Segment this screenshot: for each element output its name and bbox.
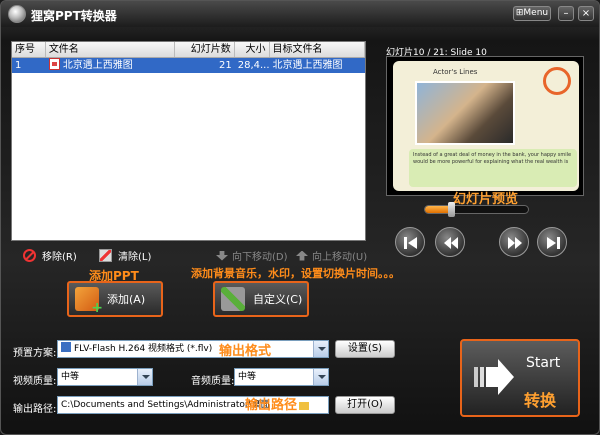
path-annotation: 输出路径 — [245, 394, 310, 413]
audio-quality-select[interactable]: 中等 — [234, 368, 329, 386]
row-filename: 北京遇上西雅图 — [62, 60, 133, 71]
menu-button-label: Menu — [523, 8, 549, 18]
seek-handle[interactable] — [447, 202, 455, 217]
remove-button[interactable]: 移除(R) — [23, 248, 77, 263]
skip-forward-icon — [547, 237, 560, 249]
open-folder-button[interactable]: 打开(O) — [335, 396, 395, 414]
video-quality-label: 视频质量: — [13, 376, 57, 387]
settings-button[interactable]: 设置(S) — [335, 340, 395, 358]
tools-icon — [221, 287, 245, 311]
minimize-button[interactable]: – — [558, 6, 574, 21]
slide-preview: Actor's Lines Instead of a great deal of… — [386, 56, 584, 196]
add-ppt-icon — [75, 287, 103, 316]
start-arrow-icon — [474, 359, 514, 395]
remove-label: 移除(R) — [42, 252, 77, 263]
preset-label: 预置方案: — [13, 348, 57, 359]
column-header-filename[interactable]: 文件名 — [46, 42, 176, 57]
seek-fill — [425, 206, 451, 213]
preset-select[interactable]: FLV-Flash H.264 视频格式 (*.flv) — [57, 340, 329, 358]
file-table[interactable]: 序号 文件名 幻灯片数 大小 目标文件名 1 北京遇上西雅图 21 28,4..… — [11, 41, 366, 241]
custom-annotation: 添加背景音乐，水印，设置切换片时间。。。 — [191, 267, 400, 280]
flv-format-icon — [61, 342, 71, 352]
ppt-file-icon — [48, 58, 60, 70]
slide-title: Actor's Lines — [433, 68, 478, 76]
clear-list-icon — [99, 249, 112, 262]
arrow-up-icon — [296, 250, 308, 261]
video-quality-select[interactable]: 中等 — [57, 368, 153, 386]
move-down-button[interactable]: 向下移动(D) — [216, 248, 288, 263]
chevron-down-icon[interactable] — [313, 369, 328, 385]
slide-sun-decoration — [543, 67, 571, 95]
slide-photo — [415, 81, 515, 145]
skip-back-icon — [404, 237, 417, 249]
start-annotation: 转换 — [524, 391, 557, 410]
slide-text: Instead of a great deal of money in the … — [409, 149, 577, 187]
chevron-down-icon[interactable] — [137, 369, 152, 385]
start-button-label: Start — [526, 355, 561, 371]
prev-slide-button[interactable] — [435, 227, 465, 257]
next-slide-button[interactable] — [499, 227, 529, 257]
output-path-label: 输出路径: — [13, 404, 57, 415]
path-annotation-text: 输出路径 — [245, 398, 298, 413]
clear-button[interactable]: 清除(L) — [99, 248, 151, 263]
move-up-button[interactable]: 向上移动(U) — [296, 248, 367, 263]
row-slides: 21 — [218, 60, 232, 71]
row-target: 北京遇上西雅图 — [272, 60, 343, 71]
slide-image: Actor's Lines Instead of a great deal of… — [393, 61, 579, 191]
column-header-slides[interactable]: 幻灯片数 — [175, 42, 235, 57]
title-bar[interactable]: 狸窝PPT转换器 ⊞Menu – × — [1, 1, 599, 27]
move-up-label: 向上移动(U) — [312, 252, 368, 263]
clear-label: 清除(L) — [118, 252, 152, 263]
add-button-label: 添加(A) — [107, 293, 146, 306]
format-annotation: 输出格式 — [219, 344, 272, 359]
audio-quality-value: 中等 — [238, 372, 257, 382]
video-quality-value: 中等 — [61, 372, 80, 382]
custom-button[interactable]: 自定义(C) — [213, 281, 309, 317]
first-slide-button[interactable] — [395, 227, 425, 257]
app-window: 狸窝PPT转换器 ⊞Menu – × 序号 文件名 幻灯片数 大小 目标文件名 … — [0, 0, 600, 435]
column-header-target[interactable]: 目标文件名 — [270, 42, 365, 57]
row-filename-cell: 北京遇上西雅图 — [46, 58, 175, 73]
folder-icon — [299, 402, 310, 410]
add-button[interactable]: 添加(A) — [67, 281, 163, 317]
preset-value: FLV-Flash H.264 视频格式 (*.flv) — [74, 344, 213, 354]
table-header: 序号 文件名 幻灯片数 大小 目标文件名 — [12, 42, 365, 58]
column-header-index[interactable]: 序号 — [12, 42, 46, 57]
column-header-size[interactable]: 大小 — [235, 42, 270, 57]
rewind-icon — [444, 237, 458, 249]
arrow-down-icon — [216, 250, 228, 261]
app-logo-icon — [8, 5, 26, 23]
fast-forward-icon — [508, 237, 522, 249]
menu-button[interactable]: ⊞Menu — [513, 6, 551, 21]
output-path-value: C:\Documents and Settings\Administrator\… — [61, 400, 270, 410]
remove-icon — [23, 249, 36, 262]
audio-quality-label: 音频质量: — [191, 376, 235, 387]
player-controls — [379, 199, 589, 265]
table-row[interactable]: 1 北京遇上西雅图 21 28,4... 北京遇上西雅图 — [12, 58, 365, 73]
close-button[interactable]: × — [578, 6, 594, 21]
row-size: 28,4... — [237, 60, 270, 71]
row-index: 1 — [15, 60, 22, 71]
last-slide-button[interactable] — [537, 227, 567, 257]
custom-button-label: 自定义(C) — [253, 293, 303, 306]
app-title: 狸窝PPT转换器 — [31, 9, 117, 23]
move-down-label: 向下移动(D) — [232, 252, 288, 263]
start-button[interactable]: Start 转换 — [460, 339, 580, 417]
chevron-down-icon[interactable] — [313, 341, 328, 357]
seek-slider[interactable] — [424, 202, 529, 217]
